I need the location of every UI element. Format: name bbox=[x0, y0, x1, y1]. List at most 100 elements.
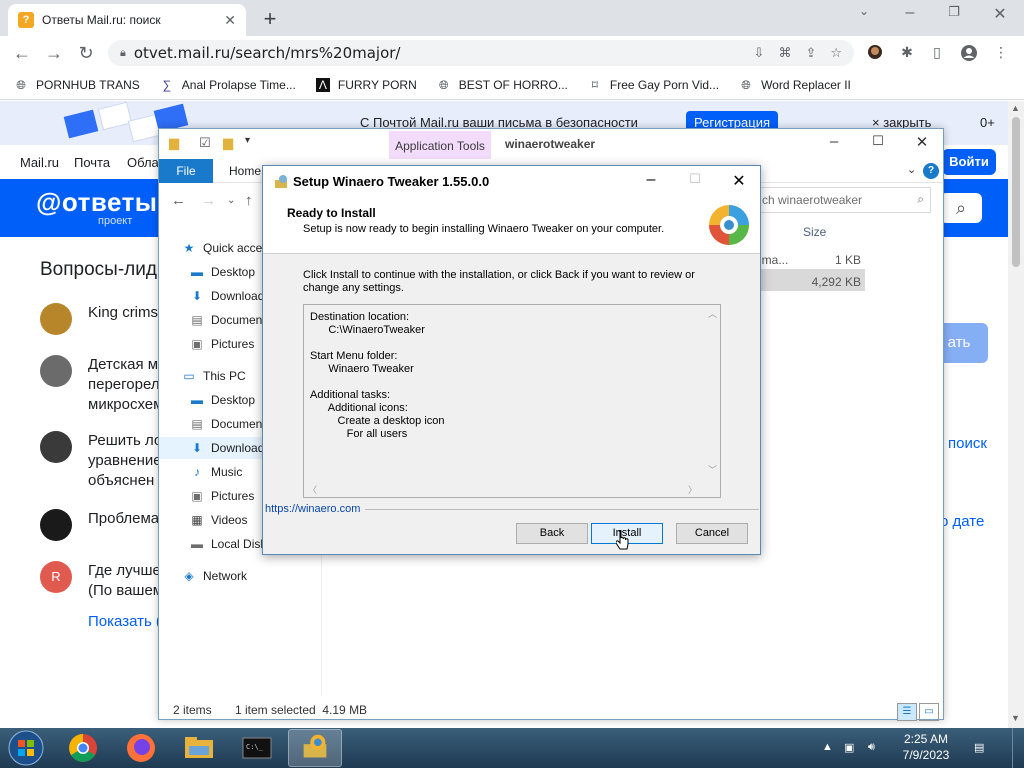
back-button[interactable]: Back bbox=[516, 523, 588, 544]
show-more-link[interactable]: Показать ( bbox=[88, 613, 161, 630]
forward-arrow-icon[interactable]: → bbox=[38, 43, 70, 64]
scroll-up-icon[interactable]: ▲ bbox=[1011, 103, 1020, 113]
show-desktop-button[interactable] bbox=[1012, 728, 1024, 768]
menu-kebab-icon[interactable]: ⋮ bbox=[990, 44, 1012, 62]
back-arrow-icon[interactable]: ← bbox=[6, 43, 38, 64]
maximize-icon[interactable]: ☐ bbox=[863, 133, 893, 149]
sort-by-date-link[interactable]: о дате bbox=[940, 513, 984, 530]
address-bar[interactable]: 🔒︎ otvet.mail.ru/search/mrs%20major/ ⇩ ⌘… bbox=[108, 40, 854, 66]
details-view-icon[interactable]: ☰ bbox=[897, 703, 917, 721]
bookmark-item[interactable]: ⌑ Free Gay Porn Vid... bbox=[588, 78, 719, 92]
bookmark-item[interactable]: 🌐︎ Word Replacer II bbox=[739, 78, 851, 92]
winaero-link[interactable]: https://winaero.com bbox=[265, 503, 365, 515]
memo-horizontal-scrollbar[interactable]: 〈 〉 bbox=[304, 482, 705, 497]
scroll-down-icon[interactable]: ﹀ bbox=[708, 463, 717, 476]
avatar bbox=[40, 355, 72, 387]
translate-icon[interactable]: ⌘ bbox=[778, 45, 791, 61]
extensions-puzzle-icon[interactable]: ✱ bbox=[896, 44, 918, 62]
avatar: R bbox=[40, 561, 72, 593]
file-size: 1 KB bbox=[834, 253, 861, 267]
nav-label: Desktop bbox=[211, 393, 256, 407]
expand-ribbon-icon[interactable]: ⌄ bbox=[907, 163, 916, 176]
file-tab[interactable]: File bbox=[159, 159, 213, 183]
setup-dialog: Setup Winaero Tweaker 1.55.0.0 – ☐ ✕ Rea… bbox=[262, 165, 761, 555]
large-icons-view-icon[interactable]: ▭ bbox=[919, 703, 939, 721]
column-header-size[interactable]: Size bbox=[803, 225, 826, 239]
close-window-icon[interactable]: ✕ bbox=[725, 171, 753, 191]
url-text: otvet.mail.ru/search/mrs%20major/ bbox=[133, 44, 401, 62]
volume-icon[interactable]: 🔊︎ bbox=[868, 741, 875, 754]
scroll-down-icon[interactable]: ▼ bbox=[1011, 713, 1020, 723]
nav-network[interactable]: ◈ Network bbox=[159, 565, 319, 587]
side-panel-icon[interactable]: ▯ bbox=[926, 44, 948, 62]
browser-tab-active[interactable]: ? Ответы Mail.ru: поиск ✕ bbox=[8, 4, 246, 36]
nav-mailru[interactable]: Mail.ru bbox=[20, 155, 59, 170]
restore-icon[interactable]: ❐ bbox=[942, 4, 966, 20]
bookmark-item[interactable]: 🌐︎ BEST OF HORRO... bbox=[437, 78, 568, 92]
share-icon[interactable]: ⇪ bbox=[805, 45, 816, 61]
bookmark-item[interactable]: Λ FURRY PORN bbox=[315, 77, 417, 92]
back-arrow-icon[interactable]: ← bbox=[171, 192, 186, 209]
install-app-icon[interactable]: ⇩ bbox=[754, 45, 765, 61]
help-icon[interactable]: ? bbox=[923, 163, 939, 179]
bookmark-item[interactable]: 🌐︎ PORNHUB TRANS bbox=[14, 78, 140, 92]
network-tray-icon[interactable]: ▣ bbox=[844, 741, 854, 754]
tab-title: Ответы Mail.ru: поиск bbox=[42, 13, 161, 27]
download-icon: ⬇ bbox=[191, 289, 203, 303]
close-window-icon[interactable]: ✕ bbox=[988, 4, 1012, 24]
close-tab-icon[interactable]: ✕ bbox=[224, 12, 236, 29]
nav-cloud[interactable]: Обла bbox=[127, 155, 159, 170]
home-tab[interactable]: Home bbox=[229, 164, 261, 178]
avatar bbox=[40, 509, 72, 541]
minimize-icon[interactable]: – bbox=[819, 133, 849, 150]
account-avatar-icon[interactable] bbox=[958, 44, 980, 62]
pictures-icon: ▣ bbox=[191, 489, 203, 503]
tab-search-icon[interactable]: ⌄ bbox=[852, 4, 876, 18]
minimize-icon[interactable]: – bbox=[637, 171, 665, 189]
cancel-button[interactable]: Cancel bbox=[676, 523, 748, 544]
system-clock[interactable]: 2:25 AM 7/9/2023 bbox=[896, 731, 956, 763]
properties-icon[interactable]: ☑ bbox=[199, 135, 211, 151]
envelope-icon bbox=[97, 101, 133, 131]
reload-icon[interactable]: ↻ bbox=[70, 43, 102, 64]
scroll-right-icon[interactable]: 〉 bbox=[688, 483, 697, 496]
selection-info: 1 item selected 4.19 MB bbox=[235, 703, 368, 717]
explorer-search-field[interactable]: ch winaerotweaker ⌕ bbox=[755, 187, 931, 213]
search-icon[interactable]: ⌕ bbox=[940, 193, 982, 223]
page-heading: Ready to Install bbox=[287, 206, 376, 220]
profile-extension-icon[interactable] bbox=[864, 44, 886, 62]
minimize-icon[interactable]: – bbox=[898, 4, 922, 22]
install-summary-memo[interactable]: Destination location: C:\WinaeroTweaker … bbox=[303, 304, 721, 498]
memo-vertical-scrollbar[interactable]: ︿ ﹀ bbox=[705, 305, 720, 481]
question-text: King crims bbox=[88, 304, 159, 321]
new-tab-button[interactable]: + bbox=[258, 6, 282, 32]
up-arrow-icon[interactable]: ↑ bbox=[245, 192, 253, 209]
firefox-taskbar-icon[interactable] bbox=[114, 729, 168, 767]
command-prompt-taskbar-icon[interactable]: C:\_ bbox=[230, 729, 284, 767]
login-button[interactable]: Войти bbox=[942, 149, 996, 175]
windows-start-icon[interactable] bbox=[4, 729, 48, 767]
bookmark-star-icon[interactable]: ☆ bbox=[830, 45, 842, 61]
file-explorer-taskbar-icon[interactable] bbox=[172, 729, 226, 767]
action-center-icon[interactable]: ▤ bbox=[974, 741, 984, 754]
nav-label: Pictures bbox=[211, 337, 255, 351]
new-folder-icon[interactable]: ▆ bbox=[223, 135, 233, 151]
brand-subtitle: проект bbox=[98, 215, 133, 227]
page-scrollbar[interactable]: ▲ ▼ bbox=[1008, 101, 1024, 728]
search-link[interactable]: поиск bbox=[948, 435, 987, 452]
scroll-up-icon[interactable]: ︿ bbox=[708, 307, 717, 320]
setup-taskbar-icon[interactable] bbox=[288, 729, 342, 767]
scroll-left-icon[interactable]: 〈 bbox=[308, 483, 317, 496]
application-tools-tab[interactable]: Application Tools bbox=[389, 131, 491, 159]
close-window-icon[interactable]: ✕ bbox=[907, 133, 937, 151]
show-hidden-icons-icon[interactable]: ▲ bbox=[822, 741, 833, 753]
chrome-taskbar-icon[interactable] bbox=[56, 729, 110, 767]
scrollbar-thumb[interactable] bbox=[1012, 117, 1020, 267]
music-icon: ♪ bbox=[194, 465, 200, 479]
customize-qat-icon[interactable]: ▾ bbox=[245, 135, 250, 146]
recent-locations-icon[interactable]: ⌄ bbox=[227, 195, 235, 206]
forward-arrow-icon[interactable]: → bbox=[201, 192, 216, 209]
bookmark-item[interactable]: ∑ Anal Prolapse Time... bbox=[160, 78, 296, 92]
nav-mail[interactable]: Почта bbox=[74, 155, 110, 170]
otvety-logo[interactable]: @ответы bbox=[36, 187, 158, 218]
